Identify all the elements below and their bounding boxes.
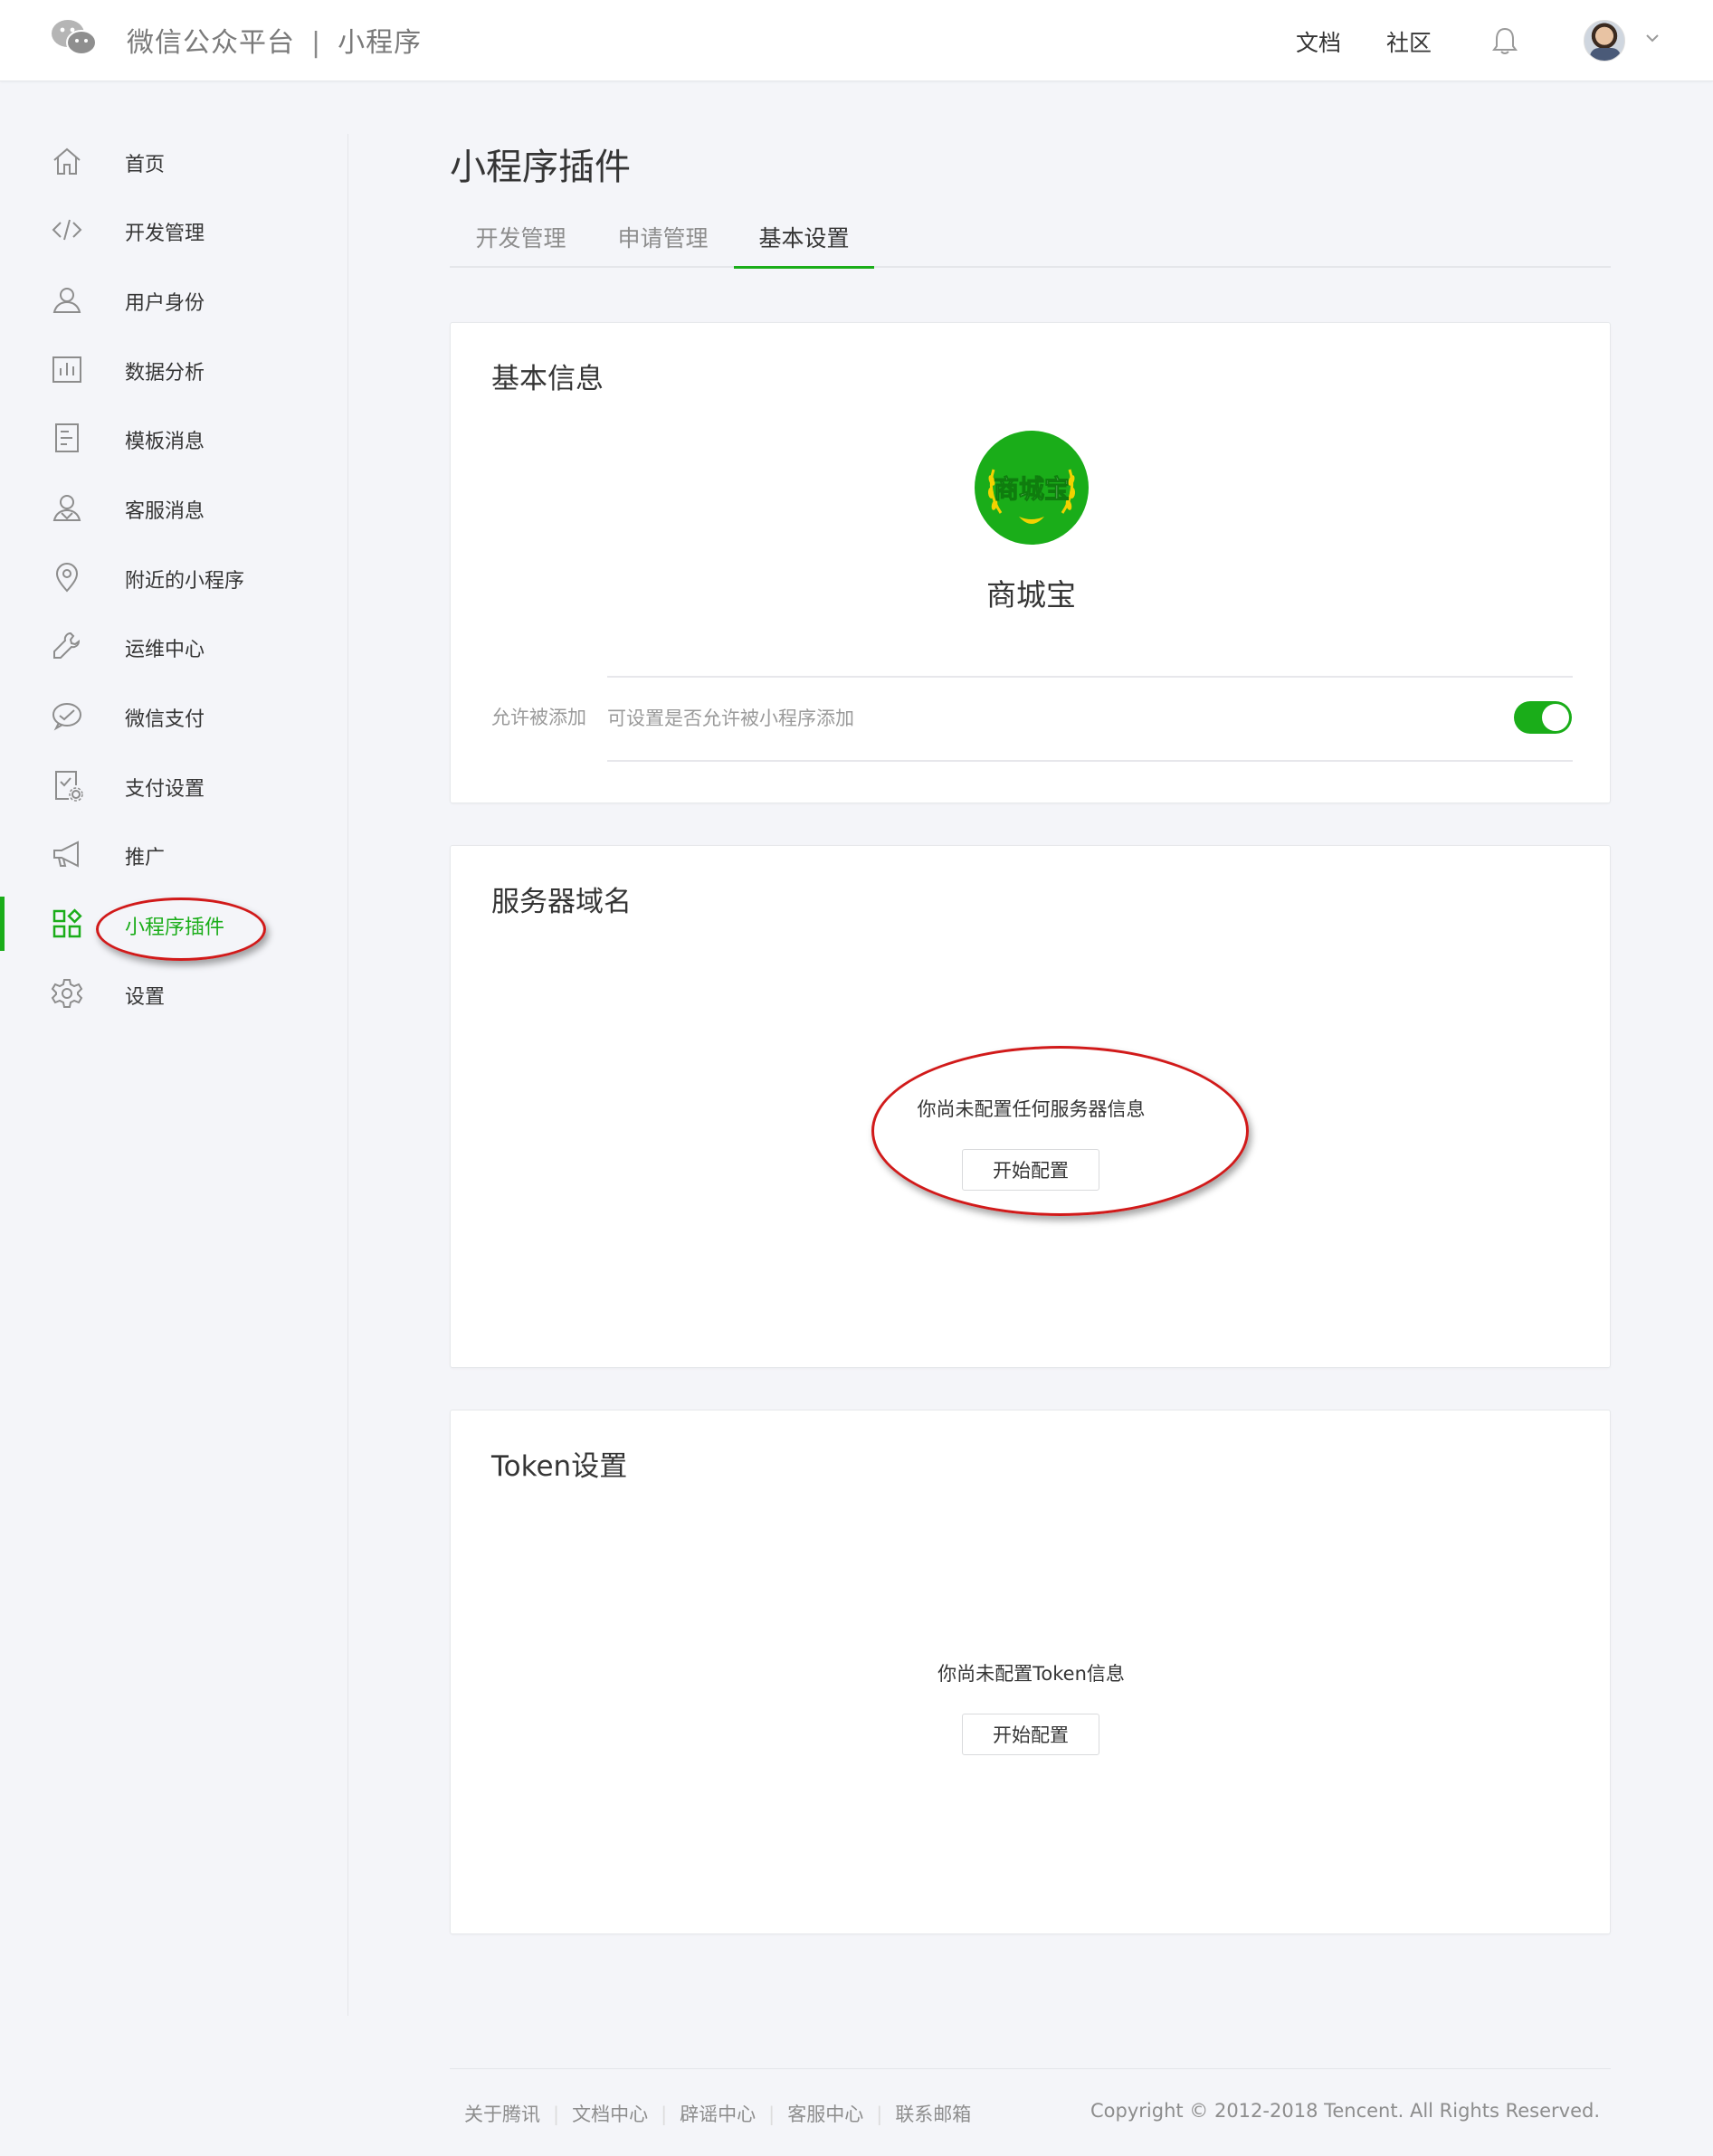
allow-add-label: 允许被添加 — [491, 707, 586, 728]
divider — [607, 760, 1573, 762]
footer-link-service[interactable]: 客服中心 — [787, 2104, 863, 2125]
document-icon — [55, 423, 79, 452]
allow-add-toggle[interactable] — [1514, 701, 1572, 734]
sidebar-item-wechat-pay[interactable]: 微信支付 — [0, 689, 347, 743]
sidebar-item-label: 数据分析 — [125, 362, 205, 385]
wechat-pay-icon — [52, 703, 81, 731]
payment-settings-icon — [55, 771, 83, 802]
tab-apply-management[interactable]: 申请管理 — [592, 221, 734, 268]
user-icon — [52, 288, 81, 313]
sidebar-item-user-identity[interactable]: 用户身份 — [0, 272, 347, 327]
toggle-knob — [1542, 704, 1569, 731]
sidebar-item-settings[interactable]: 设置 — [0, 966, 347, 1021]
sidebar-item-data-analysis[interactable]: 数据分析 — [0, 342, 347, 396]
sidebar-item-customer-service[interactable]: 客服消息 — [0, 480, 347, 535]
gear-icon — [51, 979, 83, 1008]
sidebar-item-label: 设置 — [125, 986, 166, 1009]
basic-info-title: 基本信息 — [491, 363, 604, 395]
product-name: 小程序 — [338, 27, 423, 59]
code-icon — [52, 219, 82, 241]
sidebar-item-label: 推广 — [125, 847, 166, 869]
copyright: Copyright © 2012-2018 Tencent. All Right… — [1090, 2100, 1600, 2122]
sidebar-item-payment-settings[interactable]: 支付设置 — [0, 758, 347, 812]
community-link[interactable]: 社区 — [1386, 25, 1432, 58]
server-domain-title: 服务器域名 — [491, 886, 632, 918]
plugin-logo: 商城宝 — [975, 431, 1089, 545]
token-start-config-button[interactable]: 开始配置 — [962, 1714, 1099, 1755]
service-icon — [52, 495, 81, 521]
token-empty-text: 你尚未配置Token信息 — [937, 1663, 1125, 1685]
token-title: Token设置 — [491, 1450, 628, 1483]
sidebar-item-nearby[interactable]: 附近的小程序 — [0, 550, 347, 604]
footer-link-rumor[interactable]: 辟谣中心 — [680, 2104, 756, 2125]
basic-info-card: 基本信息 商城宝 商城宝 允许被添加 可设置是否允许被小程序添加 — [450, 322, 1611, 803]
sidebar-item-home[interactable]: 首页 — [0, 134, 347, 188]
sidebar-item-label: 客服消息 — [125, 500, 205, 523]
wrench-icon — [53, 632, 81, 659]
sidebar-item-label: 开发管理 — [125, 223, 205, 245]
footer-divider — [450, 2068, 1611, 2069]
top-header: 微信公众平台 | 小程序 文档 社区 — [0, 0, 1713, 81]
sidebar-item-label: 模板消息 — [125, 431, 205, 453]
tab-bar: 开发管理 申请管理 基本设置 — [450, 221, 1611, 269]
brand-name: 微信公众平台 — [127, 27, 295, 59]
wechat-logo-icon[interactable] — [51, 18, 98, 58]
sidebar-item-template-messages[interactable]: 模板消息 — [0, 411, 347, 465]
bell-icon[interactable] — [1491, 25, 1518, 56]
brand-separator: | — [311, 27, 322, 59]
page-title: 小程序插件 — [450, 147, 631, 188]
sidebar-item-label: 附近的小程序 — [125, 570, 245, 593]
sidebar-item-label: 支付设置 — [125, 778, 205, 801]
docs-link[interactable]: 文档 — [1296, 25, 1341, 58]
chart-icon — [52, 356, 81, 383]
megaphone-icon — [53, 841, 79, 868]
sidebar-item-label: 首页 — [125, 154, 166, 176]
server-domain-empty-text: 你尚未配置任何服务器信息 — [917, 1098, 1146, 1120]
sidebar-item-label: 运维中心 — [125, 639, 205, 661]
avatar[interactable] — [1584, 20, 1625, 62]
footer-link-email[interactable]: 联系邮箱 — [895, 2104, 971, 2125]
plugin-grid-icon — [52, 908, 82, 938]
sidebar-item-ops-center[interactable]: 运维中心 — [0, 619, 347, 673]
sidebar-item-label: 小程序插件 — [125, 917, 225, 939]
sidebar-item-dev-management[interactable]: 开发管理 — [0, 203, 347, 257]
sidebar-item-promotion[interactable]: 推广 — [0, 827, 347, 881]
divider — [607, 676, 1573, 678]
sidebar: 首页 开发管理 用户身份 数据分析 模板消息 客服消息 附近的小程序 运维中心 … — [0, 134, 348, 2016]
active-indicator — [0, 897, 5, 951]
token-card: Token设置 你尚未配置Token信息 开始配置 — [450, 1410, 1611, 1934]
plugin-logo-text: 商城宝 — [994, 474, 1070, 504]
brand-title[interactable]: 微信公众平台 | 小程序 — [127, 20, 422, 60]
tab-dev-management[interactable]: 开发管理 — [450, 221, 592, 268]
home-icon — [53, 147, 81, 175]
server-domain-start-config-button[interactable]: 开始配置 — [962, 1149, 1099, 1191]
tab-basic-settings[interactable]: 基本设置 — [734, 221, 874, 269]
footer-link-about[interactable]: 关于腾讯 — [464, 2104, 540, 2125]
location-icon — [55, 562, 79, 593]
sidebar-item-label: 微信支付 — [125, 708, 205, 731]
allow-add-description: 可设置是否允许被小程序添加 — [607, 708, 854, 729]
sidebar-item-plugins[interactable]: 小程序插件 — [0, 897, 347, 951]
chevron-down-icon[interactable] — [1645, 33, 1660, 43]
footer-links: 关于腾讯 | 文档中心 | 辟谣中心 | 客服中心 | 联系邮箱 — [464, 2104, 972, 2125]
plugin-name: 商城宝 — [986, 577, 1076, 613]
footer-link-docs[interactable]: 文档中心 — [572, 2104, 648, 2125]
sidebar-item-label: 用户身份 — [125, 292, 205, 315]
server-domain-card: 服务器域名 你尚未配置任何服务器信息 开始配置 — [450, 845, 1611, 1368]
